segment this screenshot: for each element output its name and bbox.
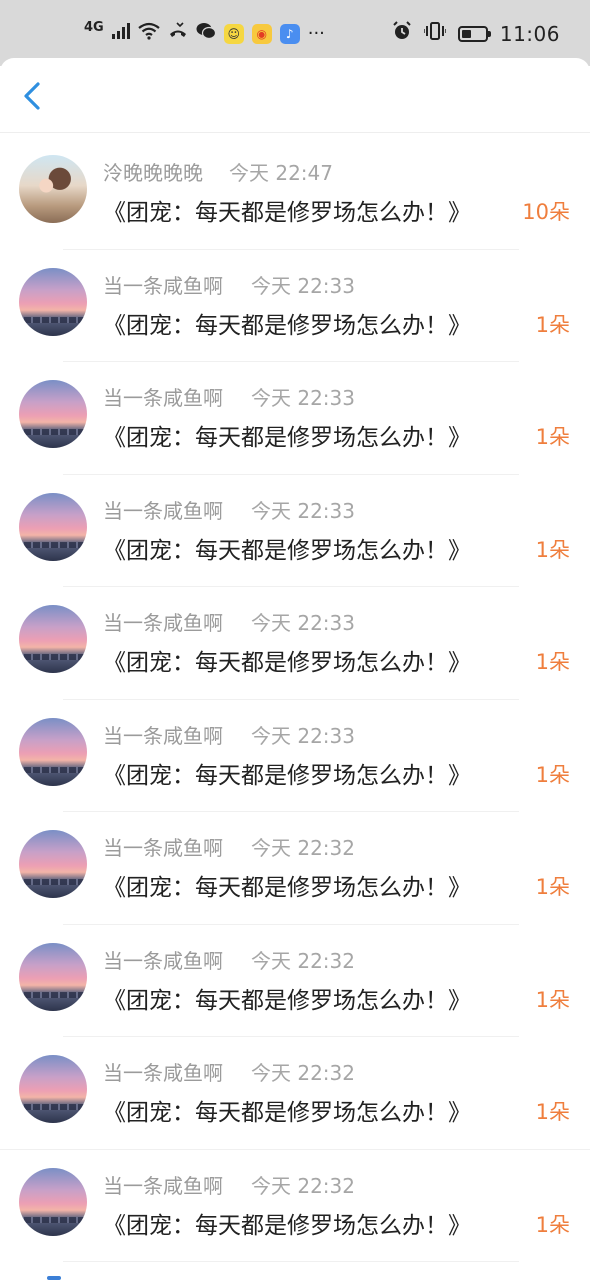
status-bar: 4G ☺ ◉ ♪ ··· 11:06 [0, 0, 590, 66]
flower-count: 1朵 [535, 762, 570, 787]
gift-row[interactable]: 当一条咸鱼啊 今天 22:33 《团宠：每天都是修罗场怎么办！》 1朵 [0, 587, 590, 700]
sender-name[interactable]: 当一条咸鱼啊 [103, 1057, 223, 1086]
gift-time: 今天 22:33 [251, 386, 355, 410]
signal-icon: 4G [84, 20, 104, 35]
gift-list: 泠晚晚晚晚 今天 22:47 《团宠：每天都是修罗场怎么办！》 10朵 当一条咸鱼啊 今天… [0, 137, 590, 1262]
row-divider [63, 1261, 519, 1262]
sender-name[interactable]: 泠晚晚晚晚 [103, 157, 203, 186]
gift-row[interactable]: 当一条咸鱼啊 今天 22:32 《团宠：每天都是修罗场怎么办！》 1朵 [0, 1037, 590, 1150]
app-icon-yellow: ☺ [223, 24, 244, 44]
gift-time: 今天 22:32 [251, 1061, 355, 1085]
more-dots-icon: ··· [307, 23, 325, 44]
book-title[interactable]: 《团宠：每天都是修罗场怎么办！》 [103, 193, 471, 227]
sender-name[interactable]: 当一条咸鱼啊 [103, 832, 223, 861]
gift-time: 今天 22:32 [251, 836, 355, 860]
vibrate-icon [423, 21, 447, 48]
flower-count: 1朵 [535, 537, 570, 562]
book-title[interactable]: 《团宠：每天都是修罗场怎么办！》 [103, 756, 471, 790]
wechat-icon [196, 22, 216, 47]
missed-call-icon [168, 21, 188, 47]
music-icon: ♪ [279, 24, 300, 44]
sender-name[interactable]: 当一条咸鱼啊 [103, 270, 223, 299]
sender-name[interactable]: 当一条咸鱼啊 [103, 945, 223, 974]
avatar[interactable] [19, 1167, 87, 1236]
gift-row[interactable]: 当一条咸鱼啊 今天 22:33 《团宠：每天都是修罗场怎么办！》 1朵 [0, 700, 590, 812]
gift-row[interactable]: 当一条咸鱼啊 今天 22:32 《团宠：每天都是修罗场怎么办！》 1朵 [0, 925, 590, 1037]
sender-name[interactable]: 当一条咸鱼啊 [103, 1170, 223, 1199]
book-title[interactable]: 《团宠：每天都是修罗场怎么办！》 [103, 868, 471, 902]
chevron-left-icon [24, 82, 40, 110]
gift-time: 今天 22:33 [251, 611, 355, 635]
sender-name[interactable]: 当一条咸鱼啊 [103, 382, 223, 411]
status-icons: 4G ☺ ◉ ♪ ··· [84, 20, 325, 47]
book-title[interactable]: 《团宠：每天都是修罗场怎么办！》 [103, 643, 471, 677]
scroll-hint [47, 1276, 61, 1280]
sender-name[interactable]: 当一条咸鱼啊 [103, 495, 223, 524]
gift-row[interactable]: 当一条咸鱼啊 今天 22:33 《团宠：每天都是修罗场怎么办！》 1朵 [0, 362, 590, 475]
flower-count: 1朵 [535, 425, 570, 449]
wifi-icon [138, 22, 160, 47]
avatar[interactable] [19, 717, 87, 786]
book-title[interactable]: 《团宠：每天都是修罗场怎么办！》 [103, 306, 471, 340]
gift-row[interactable]: 当一条咸鱼啊 今天 22:33 《团宠：每天都是修罗场怎么办！》 1朵 [0, 475, 590, 587]
alarm-icon [392, 20, 412, 48]
status-right: 11:06 [392, 20, 560, 48]
book-title[interactable]: 《团宠：每天都是修罗场怎么办！》 [103, 981, 471, 1015]
flower-count: 1朵 [535, 1100, 570, 1124]
flower-count: 10朵 [522, 200, 570, 224]
book-title[interactable]: 《团宠：每天都是修罗场怎么办！》 [103, 1093, 471, 1127]
gift-time: 今天 22:33 [251, 723, 355, 748]
gift-time: 今天 22:32 [251, 1173, 355, 1198]
signal-bars-icon [111, 22, 130, 46]
flower-count: 1朵 [535, 1212, 570, 1237]
gift-row[interactable]: 当一条咸鱼啊 今天 22:32 《团宠：每天都是修罗场怎么办！》 1朵 [0, 812, 590, 925]
sender-name[interactable]: 当一条咸鱼啊 [103, 720, 223, 749]
gift-row[interactable]: 泠晚晚晚晚 今天 22:47 《团宠：每天都是修罗场怎么办！》 10朵 [0, 137, 590, 250]
battery-icon [457, 26, 491, 42]
book-title[interactable]: 《团宠：每天都是修罗场怎么办！》 [103, 531, 471, 565]
back-button[interactable] [18, 80, 48, 112]
avatar[interactable] [19, 492, 87, 561]
avatar[interactable] [19, 155, 87, 223]
avatar[interactable] [19, 380, 87, 448]
avatar[interactable] [19, 605, 87, 673]
avatar[interactable] [19, 1055, 87, 1123]
status-time: 11:06 [499, 22, 560, 46]
book-title[interactable]: 《团宠：每天都是修罗场怎么办！》 [103, 1206, 471, 1240]
flower-count: 1朵 [535, 987, 570, 1012]
nav-bar [0, 58, 590, 133]
sender-name[interactable]: 当一条咸鱼啊 [103, 607, 223, 636]
gift-row[interactable]: 当一条咸鱼啊 今天 22:33 《团宠：每天都是修罗场怎么办！》 1朵 [0, 250, 590, 362]
gift-time: 今天 22:33 [251, 273, 355, 298]
gift-time: 今天 22:32 [251, 948, 355, 973]
book-title[interactable]: 《团宠：每天都是修罗场怎么办！》 [103, 418, 471, 452]
flower-count: 1朵 [535, 650, 570, 674]
flower-count: 1朵 [535, 312, 570, 337]
weibo-icon: ◉ [251, 24, 272, 44]
gift-time: 今天 22:33 [251, 498, 355, 523]
avatar[interactable] [19, 830, 87, 898]
flower-count: 1朵 [535, 875, 570, 899]
avatar[interactable] [19, 267, 87, 336]
avatar[interactable] [19, 942, 87, 1011]
gift-time: 今天 22:47 [229, 161, 333, 185]
gift-row[interactable]: 当一条咸鱼啊 今天 22:32 《团宠：每天都是修罗场怎么办！》 1朵 [0, 1150, 590, 1262]
